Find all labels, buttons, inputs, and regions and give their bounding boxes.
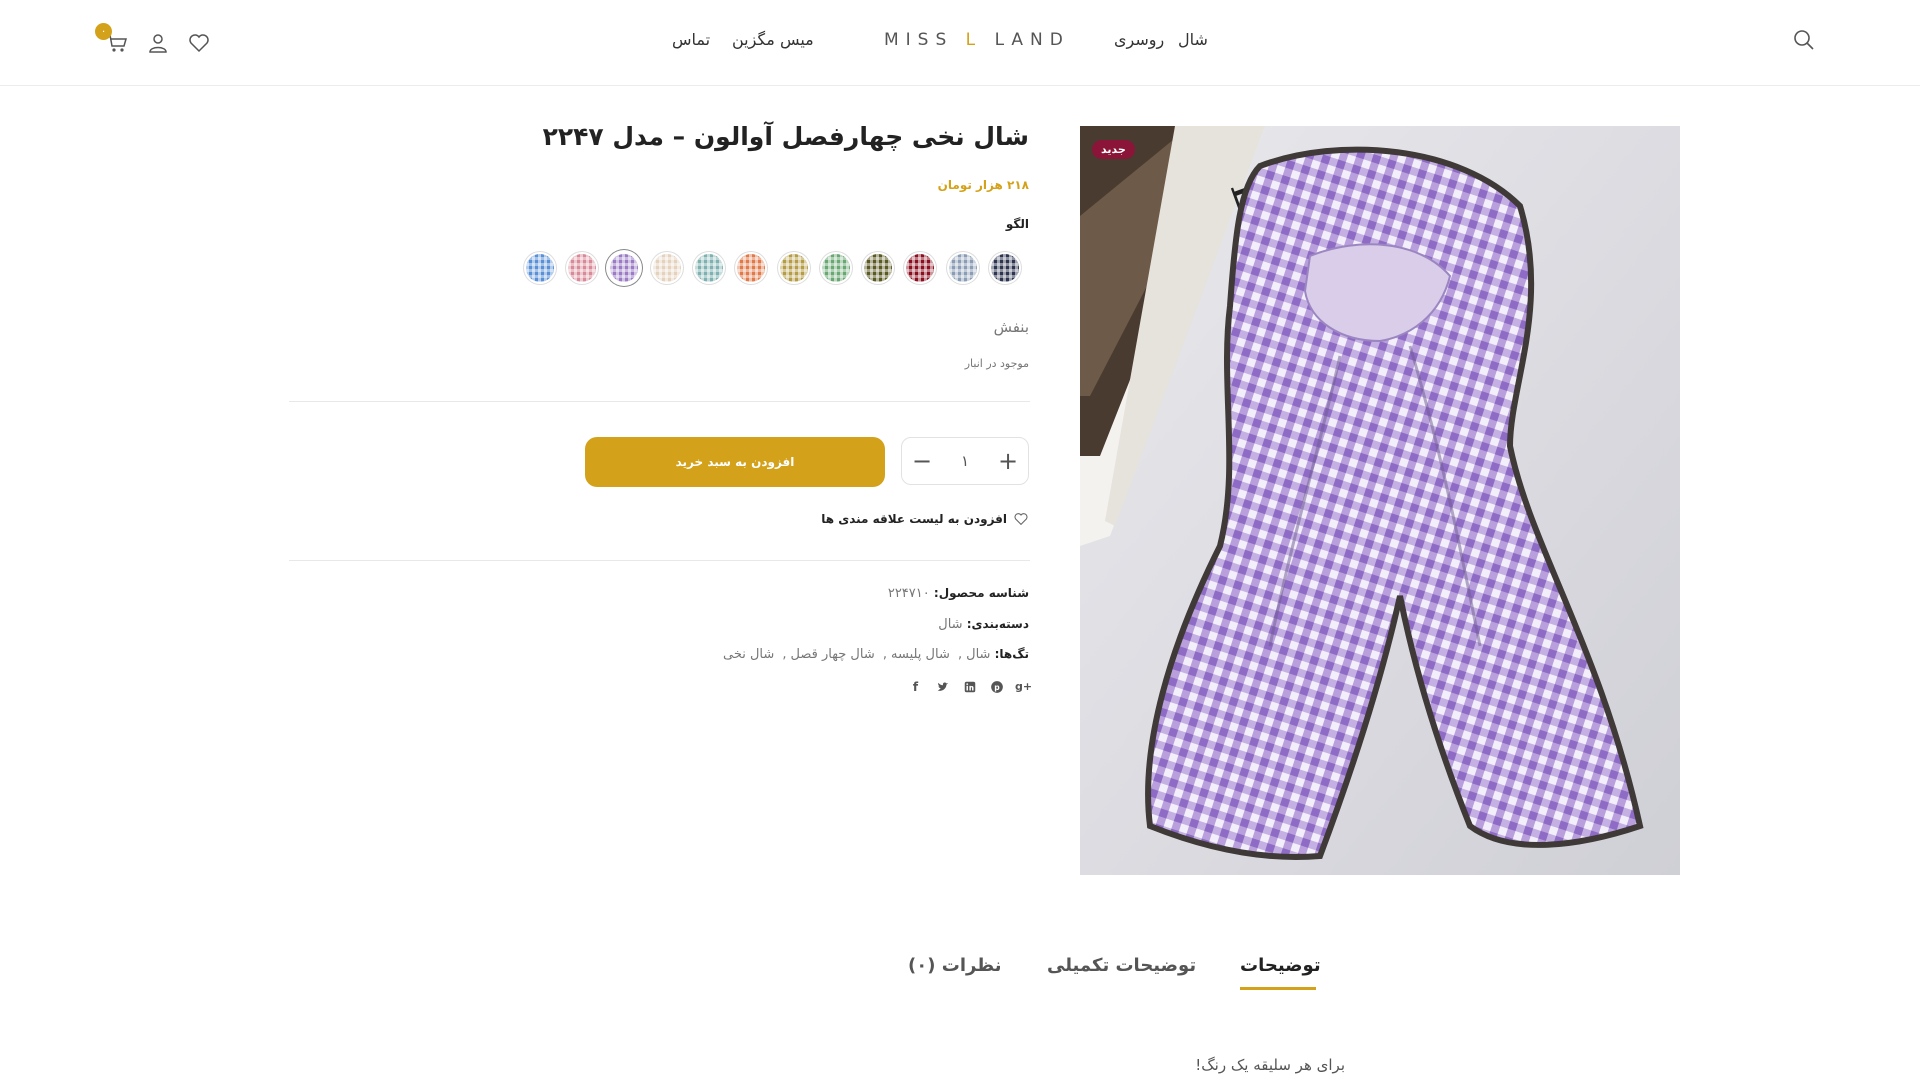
social-share: f p g+: [908, 679, 1032, 694]
cart-count-badge: ۰: [95, 23, 112, 40]
swatch-pink-gingham[interactable]: [566, 252, 598, 284]
swatch-green-gingham[interactable]: [819, 252, 852, 284]
swatch-olive-gingham[interactable]: [862, 252, 895, 284]
sku-label: شناسه محصول:: [933, 586, 1029, 600]
swatch-orange-gingham[interactable]: [735, 252, 768, 284]
swatch-teal-gingham[interactable]: [692, 252, 725, 284]
stock-status: موجود در انبار: [964, 357, 1029, 370]
pattern-swatches: [523, 249, 1029, 289]
decrease-quantity-button[interactable]: −: [902, 438, 942, 484]
category-link[interactable]: شال: [938, 617, 962, 632]
tag-link[interactable]: شال چهار قصل: [791, 647, 875, 662]
nav-item-scarf[interactable]: روسری: [1114, 30, 1164, 49]
swatch-mustard-gingham[interactable]: [777, 252, 810, 284]
tags-row: تگ‌ها: شال, شال پلیسه, شال چهار قصل, شال…: [723, 647, 1029, 662]
facebook-icon[interactable]: f: [908, 679, 923, 694]
quantity-stepper: + ۱ −: [901, 437, 1029, 485]
nav-item-shawl[interactable]: شال: [1178, 30, 1208, 49]
tab-description[interactable]: توضیحات: [1240, 955, 1321, 976]
tag-link[interactable]: شال نخی: [723, 647, 774, 662]
tab-reviews[interactable]: نظرات (۰): [908, 955, 1001, 976]
product-price: ۲۱۸ هزار تومان: [937, 178, 1029, 192]
pattern-label: الگو: [1005, 217, 1029, 231]
user-icon[interactable]: [144, 29, 172, 57]
sku-row: شناسه محصول: ۲۲۴۷۱۰: [888, 586, 1029, 601]
divider: [289, 401, 1030, 402]
product-title: شال نخی چهارفصل آوالون – مدل ۲۲۴۷: [542, 122, 1029, 151]
sku-value: ۲۲۴۷۱۰: [887, 586, 930, 601]
tag-link[interactable]: شال: [966, 647, 990, 662]
nav-item-magazine[interactable]: میس مگزین: [732, 30, 814, 49]
logo-text-land: LAND: [994, 30, 1070, 50]
site-header: شال روسری MISS L LAND میس مگزین تماس ۰: [0, 0, 1920, 86]
product-image[interactable]: ELLE: [1080, 126, 1680, 875]
category-row: دسته‌بندی: شال: [938, 617, 1029, 632]
heart-icon: [1013, 511, 1029, 527]
tag-separator: ,: [882, 647, 887, 662]
swatch-blue-gingham[interactable]: [523, 252, 556, 284]
wishlist-label: افزودن به لیست علاقه مندی ها: [821, 512, 1007, 526]
new-badge: جدید: [1092, 140, 1135, 159]
swatch-purple-gingham[interactable]: [608, 252, 641, 284]
heart-icon[interactable]: [185, 29, 213, 57]
active-tab-indicator: [1240, 987, 1316, 990]
category-label: دسته‌بندی:: [966, 617, 1029, 631]
svg-text:p: p: [994, 682, 1000, 691]
twitter-icon[interactable]: [935, 679, 950, 694]
tag-separator: ,: [782, 647, 787, 662]
cart-icon[interactable]: ۰: [95, 23, 131, 57]
selected-pattern-name: بنفش: [993, 318, 1029, 336]
add-to-cart-button[interactable]: افزودن به سبد خرید: [585, 437, 885, 487]
tab-additional-info[interactable]: توضیحات تکمیلی: [1047, 955, 1196, 976]
tag-separator: ,: [957, 647, 963, 662]
divider: [289, 560, 1030, 561]
logo-text-l: L: [965, 30, 983, 50]
nav-item-contact[interactable]: تماس: [672, 30, 710, 49]
quantity-value[interactable]: ۱: [942, 438, 988, 484]
tags-label: تگ‌ها:: [994, 647, 1029, 661]
add-to-wishlist-link[interactable]: افزودن به لیست علاقه مندی ها: [821, 511, 1029, 527]
google-plus-icon[interactable]: g+: [1015, 679, 1032, 694]
linkedin-icon[interactable]: [962, 679, 977, 694]
tag-link[interactable]: شال پلیسه: [891, 647, 950, 662]
swatch-navy-gingham[interactable]: [989, 252, 1021, 284]
swatch-red-gingham[interactable]: [904, 252, 937, 284]
description-text: برای هر سلیقه یک رنگ!: [1195, 1056, 1345, 1074]
logo-text-miss: MISS: [884, 30, 954, 50]
increase-quantity-button[interactable]: +: [988, 438, 1028, 484]
site-logo[interactable]: MISS L LAND: [884, 30, 1070, 50]
swatch-grey-blue-gingham[interactable]: [946, 252, 979, 284]
swatch-beige-gingham[interactable]: [650, 252, 683, 284]
pinterest-icon[interactable]: p: [989, 679, 1004, 694]
search-icon[interactable]: [1790, 26, 1818, 54]
